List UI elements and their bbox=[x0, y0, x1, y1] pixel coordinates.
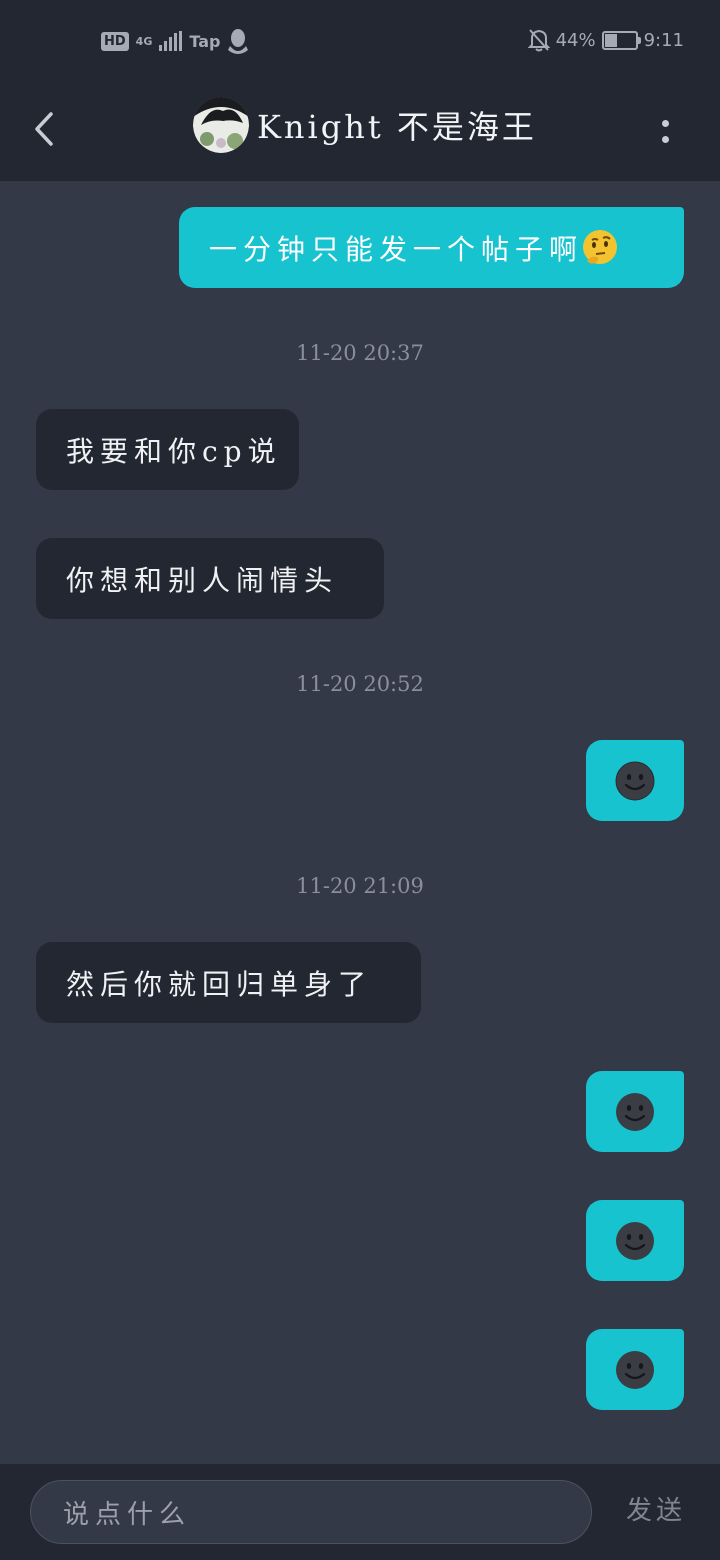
battery-percent: 44% bbox=[555, 29, 596, 51]
dark-smiley-face-icon bbox=[616, 1221, 654, 1260]
dark-smiley-face-icon bbox=[616, 1092, 654, 1131]
timestamp: 11-20 20:37 bbox=[296, 341, 424, 365]
dark-smiley-face-icon bbox=[615, 761, 655, 800]
message-bubble-outgoing[interactable] bbox=[586, 1200, 684, 1281]
more-vertical-icon bbox=[661, 119, 669, 143]
message-bubble-incoming[interactable]: 你想和别人闹情头 bbox=[36, 538, 384, 619]
chat-header: Knight 不是海王 bbox=[0, 82, 720, 181]
input-placeholder: 说点什么 bbox=[63, 1499, 192, 1530]
hd-badge: HD bbox=[101, 31, 129, 51]
send-button[interactable]: 发送 bbox=[626, 1490, 686, 1527]
timestamp: 11-20 20:52 bbox=[296, 672, 424, 696]
dark-smiley-face-icon bbox=[616, 1350, 654, 1389]
message-input[interactable]: 说点什么 bbox=[30, 1480, 592, 1544]
battery-icon bbox=[601, 30, 641, 50]
more-options-button[interactable] bbox=[650, 108, 680, 154]
bell-off-icon bbox=[527, 29, 550, 52]
message-text: 我要和你cp说 bbox=[66, 434, 282, 468]
message-text: 一分钟只能发一个帖子啊 bbox=[209, 232, 584, 266]
network-type: 4G bbox=[135, 34, 153, 48]
qq-icon bbox=[228, 29, 249, 54]
signal-icon bbox=[159, 31, 183, 51]
message-bubble-outgoing[interactable]: 一分钟只能发一个帖子啊 bbox=[179, 207, 684, 288]
message-bubble-outgoing[interactable] bbox=[586, 740, 684, 821]
message-bubble-outgoing[interactable] bbox=[586, 1071, 684, 1152]
message-bubble-incoming[interactable]: 我要和你cp说 bbox=[36, 409, 299, 490]
chat-title[interactable]: Knight 不是海王 bbox=[193, 97, 537, 153]
message-text: 你想和别人闹情头 bbox=[66, 563, 339, 597]
avatar[interactable] bbox=[193, 97, 249, 153]
timestamp: 11-20 21:09 bbox=[296, 874, 424, 898]
status-right: 44% 9:11 bbox=[527, 28, 684, 52]
status-bar: HD 4G Tap 44% 9:11 bbox=[0, 0, 720, 82]
message-bubble-incoming[interactable]: 然后你就回归单身了 bbox=[36, 942, 421, 1023]
page-title: Knight 不是海王 bbox=[257, 108, 537, 146]
input-bar: 说点什么 发送 bbox=[0, 1464, 720, 1560]
status-time: 9:11 bbox=[643, 29, 684, 51]
thinking-face-icon bbox=[583, 229, 618, 264]
message-text: 然后你就回归单身了 bbox=[66, 967, 373, 1001]
back-button[interactable] bbox=[24, 104, 64, 154]
message-bubble-outgoing[interactable] bbox=[586, 1329, 684, 1410]
tap-app-label: Tap bbox=[189, 31, 221, 51]
chevron-left-icon bbox=[35, 112, 53, 146]
status-left: HD 4G Tap bbox=[101, 28, 249, 54]
